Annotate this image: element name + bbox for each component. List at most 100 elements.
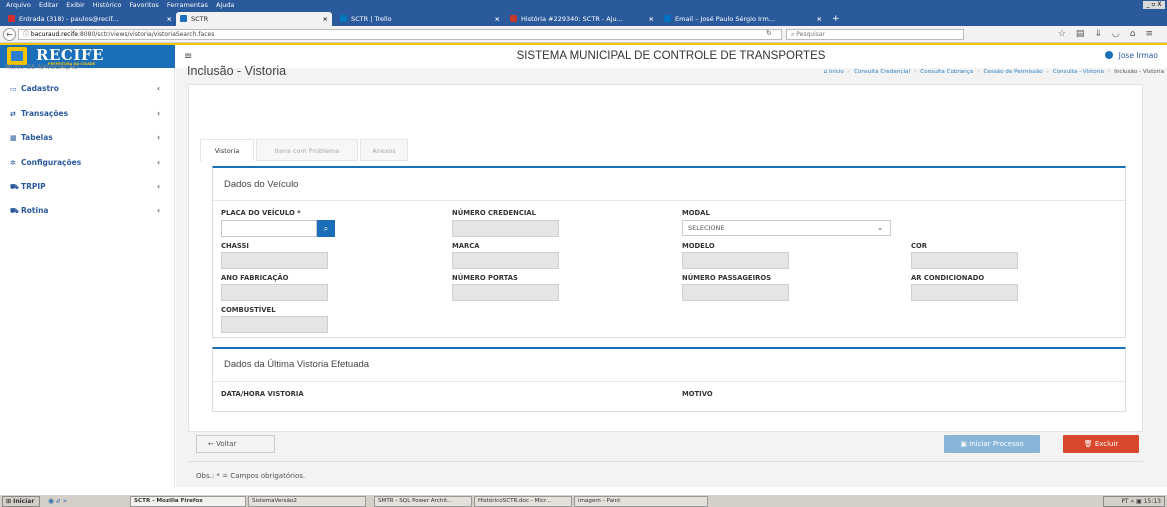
browser-navbar: ← ⓘ bacuraud.recife:8080/sctr/views/vist… [0,26,1167,43]
download-icon[interactable]: ⇓ [1094,29,1112,39]
cor-label: COR [911,242,927,250]
window-controls[interactable]: _ ▫ X [1143,1,1165,9]
placa-label: PLACA DO VEÍCULO * [221,209,301,217]
chevron-left-icon: ‹ [157,109,161,118]
home-icon[interactable]: ⌂ [1130,29,1146,39]
clipboard-icon[interactable]: ▤ [1076,29,1095,39]
sidebar-item-trpip[interactable]: ⛟ TRPIP ‹ [10,182,160,192]
sidebar-item-cadastro[interactable]: ▭ Cadastro ‹ [10,84,160,93]
trello-icon [340,15,347,22]
sidebar-item-tabelas[interactable]: ▦ Tabelas ‹ [10,133,160,142]
chevron-down-icon: ⌄ [877,224,883,232]
new-tab-button[interactable]: + [828,12,846,26]
toolbar-icons: ☆▤⇓◡⌂≡ [1058,28,1163,41]
modal-select[interactable]: SELECIONE ⌄ [682,220,891,236]
chevron-left-icon: ‹ [157,206,161,215]
redmine-icon [510,15,517,22]
delete-button[interactable]: 🗑 Excluir [1063,435,1139,453]
browser-tab-email[interactable]: Email – José Paulo Sérgio Irm... × [660,12,826,26]
menu-exibir[interactable]: Exibir [66,1,84,9]
menu-ajuda[interactable]: Ajuda [216,1,234,9]
sidebar-item-transacoes[interactable]: ⇄ Transações ‹ [10,109,160,118]
close-icon[interactable]: × [817,12,822,26]
close-icon[interactable]: × [167,12,172,26]
tab-itens-com-problema[interactable]: Itens com Problema [256,139,358,161]
menu-editar[interactable]: Editar [39,1,58,9]
network-icon: ▣ [1136,498,1142,505]
marca-field [452,252,559,269]
numero-portas-label: NÚMERO PORTAS [452,274,518,282]
gear-icon: ✲ [10,159,16,167]
back-arrow-icon[interactable]: ← [3,28,16,41]
sidebar-item-configuracoes[interactable]: ✲ Configurações ‹ [10,158,160,167]
exchange-icon: ⇄ [10,110,16,118]
browser-tab-trello[interactable]: SCTR | Trello × [336,12,504,26]
breadcrumb-inicio[interactable]: Início [829,69,844,75]
breadcrumb-consulta-vistoria[interactable]: Consulta - Vistoria [1053,69,1104,75]
marca-label: MARCA [452,242,480,250]
ie-icon[interactable]: ℯ [56,497,60,505]
car-icon: ⛟ [10,207,19,215]
browser-tab-historia[interactable]: História #229340: SCTR - Aju... × [506,12,658,26]
url-host: bacuraud.recife [30,31,78,38]
start-button[interactable]: ⊞ Iniciar [2,496,40,507]
breadcrumb-consulta-cobranca[interactable]: Consulta Cobrança [920,69,973,75]
modelo-field [682,252,789,269]
user-menu[interactable]: Jose Irmao [1104,51,1158,60]
pocket-icon[interactable]: ◡ [1112,29,1130,39]
motivo-label: MOTIVO [682,390,713,398]
save-icon: ▣ [960,440,970,448]
page-title: Inclusão - Vistoria [187,64,287,78]
chrome-icon[interactable]: ◉ [48,497,54,505]
numero-passageiros-field [682,284,789,301]
taskbar-item-sqlpower[interactable]: SMTR - SQL Power Archit... [374,496,472,507]
breadcrumb-consulta-credencial[interactable]: Consulta Credencial [854,69,910,75]
taskbar-item-firefox[interactable]: SCTR - Mozilla Firefox [130,496,246,507]
mail-icon [8,15,15,22]
search-input[interactable]: ⌕ Pesquisar [786,29,964,40]
url-field[interactable]: ⓘ bacuraud.recife:8080/sctr/views/vistor… [18,29,782,40]
sidebar: MENU DE NAVEGAÇÃO ▭ Cadastro ‹ ⇄ Transações… [0,63,175,487]
browser-tab-gmail[interactable]: Entrada (318) - paulos@recif... × [4,12,176,26]
info-icon: ⓘ [23,31,31,38]
taskbar-item-sistema[interactable]: SistemaVersão2 [248,496,366,507]
sidebar-item-rotina[interactable]: ⛟ Rotina ‹ [10,206,160,216]
star-icon[interactable]: ☆ [1058,29,1076,39]
close-icon[interactable]: × [649,12,654,26]
taskbar-item-word[interactable]: HistóricoSCTR.doc - Micr... [474,496,572,507]
combustivel-field [221,316,328,333]
required-fields-note: Obs.: * = Campos obrigatórios. [196,472,306,480]
placa-input[interactable] [221,220,317,237]
cor-field [911,252,1018,269]
numero-passageiros-label: NÚMERO PASSAGEIROS [682,274,772,282]
breadcrumb-cessao[interactable]: Cessão de Permissão [983,69,1042,75]
last-inspection-title: Dados da Última Vistoria Efetuada [224,359,370,370]
menu-arquivo[interactable]: Arquivo [6,1,31,9]
menu-favoritos[interactable]: Favoritos [129,1,158,9]
search-placa-button[interactable]: ⌕ [317,220,335,237]
more-icon[interactable]: » [63,497,67,505]
clock: 15:13 [1143,498,1161,505]
breadcrumb-current: Inclusão - Vistoria [1114,69,1164,75]
close-icon[interactable]: × [323,12,328,26]
menu-historico[interactable]: Histórico [93,1,122,9]
taskbar-item-paint[interactable]: imagem - Paint [574,496,708,507]
car-icon: ⛟ [10,183,19,191]
numero-credencial-label: NÚMERO CREDENCIAL [452,209,536,217]
main-content: Inclusão - Vistoria ⌂ Início › Consulta Cr… [176,64,1167,487]
close-icon[interactable]: × [495,12,500,26]
start-process-button[interactable]: ▣ Iniciar Processo [944,435,1040,453]
tab-vistoria[interactable]: Vistoria [200,139,254,162]
browser-tab-sctr[interactable]: SCTR × [176,12,332,26]
vehicle-data-panel: Dados do Veículo PLACA DO VEÍCULO * ⌕ NÚ… [212,166,1126,338]
arrow-left-icon: ← [208,440,217,448]
language-indicator[interactable]: PT [1121,498,1128,505]
menu-ferramentas[interactable]: Ferramentas [167,1,208,9]
numero-portas-field [452,284,559,301]
tab-anexos[interactable]: Anexos [360,139,408,161]
table-icon: ▦ [10,134,17,142]
back-button[interactable]: ← Voltar [196,435,275,453]
hamburger-menu-icon[interactable]: ≡ [1145,29,1163,39]
reload-icon[interactable]: ↻ [766,29,772,38]
user-avatar-icon [1104,51,1113,59]
